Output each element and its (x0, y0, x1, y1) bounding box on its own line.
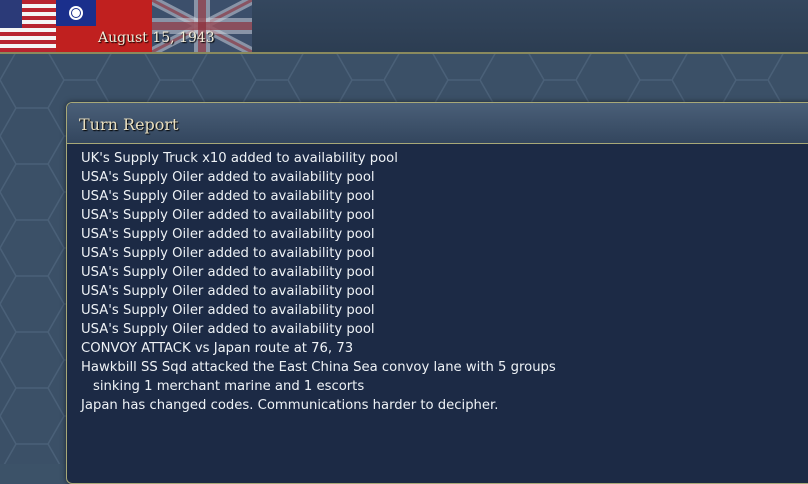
report-line: sinking 1 merchant marine and 1 escorts (93, 379, 365, 394)
report-line: UK's Supply Truck x10 added to availabil… (81, 151, 398, 166)
report-line: USA's Supply Oiler added to availability… (81, 322, 375, 337)
turn-report-header: Turn Report (67, 103, 808, 144)
game-date: August 15, 1943 (98, 30, 215, 46)
report-line: USA's Supply Oiler added to availability… (81, 170, 375, 185)
turn-report-panel: Turn Report UK's Supply Truck x10 added … (66, 102, 808, 484)
report-line: USA's Supply Oiler added to availability… (81, 265, 375, 280)
report-line: USA's Supply Oiler added to availability… (81, 227, 375, 242)
report-line: USA's Supply Oiler added to availability… (81, 208, 375, 223)
report-line: Hawkbill SS Sqd attacked the East China … (81, 360, 556, 375)
report-line: USA's Supply Oiler added to availability… (81, 246, 375, 261)
turn-report-title: Turn Report (79, 115, 179, 134)
report-line: Japan has changed codes. Communications … (81, 398, 499, 413)
usa-flag-icon (0, 0, 56, 52)
report-line: USA's Supply Oiler added to availability… (81, 189, 375, 204)
report-line: CONVOY ATTACK vs Japan route at 76, 73 (81, 341, 354, 356)
top-bar: August 15, 1943 (0, 0, 808, 54)
turn-report-log[interactable]: UK's Supply Truck x10 added to availabil… (81, 149, 801, 415)
report-line: USA's Supply Oiler added to availability… (81, 303, 375, 318)
report-line: USA's Supply Oiler added to availability… (81, 284, 375, 299)
